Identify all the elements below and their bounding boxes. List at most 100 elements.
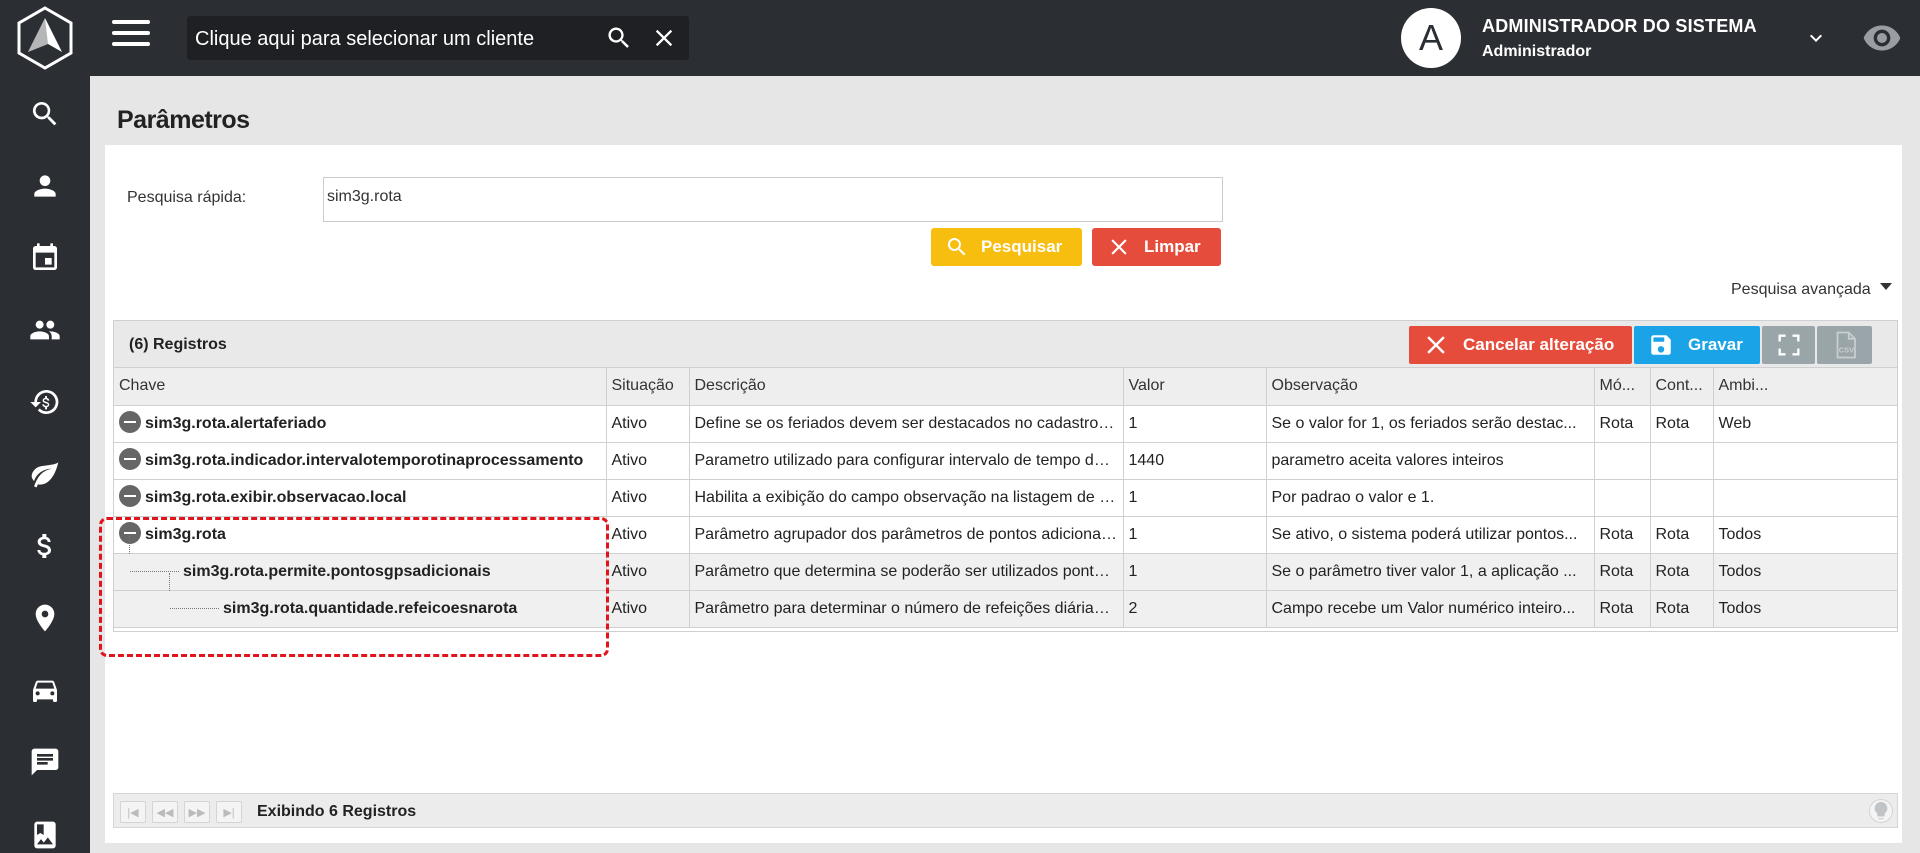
row-description: Define se os feriados devem ser destacad… (689, 405, 1124, 443)
table-row[interactable]: sim3g.rota.quantidade.refeicoesnarota At… (114, 572, 1898, 628)
location-pin-icon[interactable] (25, 598, 65, 638)
cancel-changes-button[interactable]: Cancelar alteração (1409, 326, 1632, 364)
quick-search-label: Pesquisa rápida: (127, 189, 247, 206)
previous-page-icon[interactable]: ◀◀ (152, 801, 178, 823)
menu-icon[interactable] (112, 20, 150, 52)
tree-connector (130, 570, 179, 572)
column-header-valor[interactable]: Valor (1123, 368, 1267, 406)
row-value: 2 (1123, 590, 1267, 628)
message-icon[interactable] (25, 742, 65, 782)
row-value: 1 (1123, 405, 1267, 443)
fullscreen-button[interactable] (1762, 326, 1815, 364)
row-key: sim3g.rota.permite.pontosgpsadicionais (183, 562, 491, 580)
clear-button[interactable]: Limpar (1092, 228, 1221, 266)
row-environment (1713, 479, 1898, 517)
row-module: Rota (1594, 405, 1651, 443)
row-key: sim3g.rota.exibir.observacao.local (145, 488, 407, 506)
dollar-icon[interactable] (25, 526, 65, 566)
user-role: Administrador (1482, 43, 1592, 60)
row-context: Rota (1650, 516, 1714, 554)
csv-export-button[interactable]: CSV (1817, 326, 1872, 364)
row-description: Parâmetro que determina se poderão ser u… (689, 553, 1124, 591)
row-key: sim3g.rota.indicador.intervalotemporotin… (145, 451, 584, 469)
row-observation: Se o parâmetro tiver valor 1, a aplicaçã… (1266, 553, 1595, 591)
save-button[interactable]: Gravar (1634, 326, 1760, 364)
row-context: Rota (1650, 590, 1714, 628)
search-button-label: Pesquisar (981, 237, 1063, 256)
row-context (1650, 442, 1714, 480)
parameters-table: Chave Situação Descrição Valor Observaçã… (114, 368, 1898, 628)
money-history-icon[interactable] (25, 382, 65, 422)
quick-search-input[interactable] (323, 177, 1223, 222)
row-key-cell: sim3g.rota.indicador.intervalotemporotin… (114, 442, 607, 480)
app-logo[interactable] (16, 6, 74, 70)
row-key: sim3g.rota.quantidade.refeicoesnarota (223, 599, 518, 617)
row-environment: Todos (1713, 516, 1898, 554)
column-header-situacao[interactable]: Situação (606, 368, 690, 406)
column-header-chave[interactable]: Chave (114, 368, 607, 406)
table-row[interactable]: sim3g.rota.permite.pontosgpsadicionais A… (114, 535, 1898, 591)
close-icon (1427, 336, 1445, 354)
collapse-icon[interactable] (119, 447, 141, 470)
content-panel: Pesquisa rápida: Pesquisar Limpar Pesqui… (105, 145, 1902, 843)
lightbulb-icon[interactable] (1869, 799, 1893, 823)
column-header-modulo[interactable]: Mó... (1594, 368, 1651, 406)
row-environment: Web (1713, 405, 1898, 443)
row-observation: Por padrao o valor e 1. (1266, 479, 1595, 517)
person-icon[interactable] (25, 166, 65, 206)
row-key-cell: sim3g.rota (114, 516, 607, 554)
row-context (1650, 479, 1714, 517)
collapse-icon[interactable] (119, 410, 141, 433)
row-key-cell: sim3g.rota.exibir.observacao.local (114, 479, 607, 517)
table-row[interactable]: sim3g.rota.exibir.observacao.local Ativo… (114, 479, 1898, 517)
tree-connector (129, 535, 130, 554)
people-icon[interactable] (25, 310, 65, 350)
column-header-contexto[interactable]: Cont... (1650, 368, 1714, 406)
eye-icon[interactable] (1860, 18, 1904, 58)
user-name: ADMINISTRADOR DO SISTEMA (1482, 16, 1757, 36)
car-icon[interactable] (25, 670, 65, 710)
row-key-cell: sim3g.rota.alertaferiado (114, 405, 607, 443)
row-status: Ativo (606, 405, 690, 443)
records-summary: Exibindo 6 Registros (257, 803, 417, 820)
search-icon[interactable] (605, 24, 633, 52)
row-description: Parâmetro agrupador dos parâmetros de po… (689, 516, 1124, 554)
close-icon[interactable] (650, 24, 678, 52)
search-icon[interactable] (25, 94, 65, 134)
row-context: Rota (1650, 553, 1714, 591)
column-header-ambiente[interactable]: Ambi... (1713, 368, 1898, 406)
sidebar (0, 0, 90, 853)
client-search-placeholder: Clique aqui para selecionar um cliente (195, 28, 535, 50)
client-search-field[interactable]: Clique aqui para selecionar um cliente (187, 16, 689, 60)
first-page-icon[interactable]: |◀ (120, 801, 146, 823)
row-environment (1713, 442, 1898, 480)
row-module (1594, 442, 1651, 480)
chevron-down-icon[interactable] (1804, 26, 1828, 50)
tree-connector (169, 572, 170, 591)
top-bar: Clique aqui para selecionar um cliente A… (90, 0, 1920, 76)
row-module: Rota (1594, 516, 1651, 554)
csv-icon: CSV (1836, 331, 1856, 359)
collapse-icon[interactable] (119, 484, 141, 507)
column-header-descricao[interactable]: Descrição (689, 368, 1124, 406)
table-row[interactable]: sim3g.rota Ativo Parâmetro agrupador dos… (114, 516, 1898, 554)
table-row[interactable]: sim3g.rota.alertaferiado Ativo Define se… (114, 405, 1898, 443)
next-page-icon[interactable]: ▶▶ (184, 801, 210, 823)
calendar-icon[interactable] (25, 238, 65, 278)
column-header-observacao[interactable]: Observação (1266, 368, 1595, 406)
row-status: Ativo (606, 553, 690, 591)
leaf-icon[interactable] (25, 454, 65, 494)
avatar[interactable]: A (1401, 8, 1461, 68)
last-page-icon[interactable]: ▶| (216, 801, 242, 823)
caret-down-icon[interactable] (1880, 283, 1892, 290)
record-count: (6) Registros (129, 336, 227, 353)
row-module: Rota (1594, 553, 1651, 591)
collapse-icon[interactable] (119, 521, 141, 544)
table-row[interactable]: sim3g.rota.indicador.intervalotemporotin… (114, 442, 1898, 480)
advanced-search-link[interactable]: Pesquisa avançada (1731, 281, 1871, 299)
row-status: Ativo (606, 516, 690, 554)
grid-toolbar: (6) Registros Cancelar alteração Gravar … (114, 321, 1897, 368)
page-title: Parâmetros (117, 106, 250, 134)
photo-album-icon[interactable] (25, 815, 65, 853)
search-button[interactable]: Pesquisar (931, 228, 1082, 266)
